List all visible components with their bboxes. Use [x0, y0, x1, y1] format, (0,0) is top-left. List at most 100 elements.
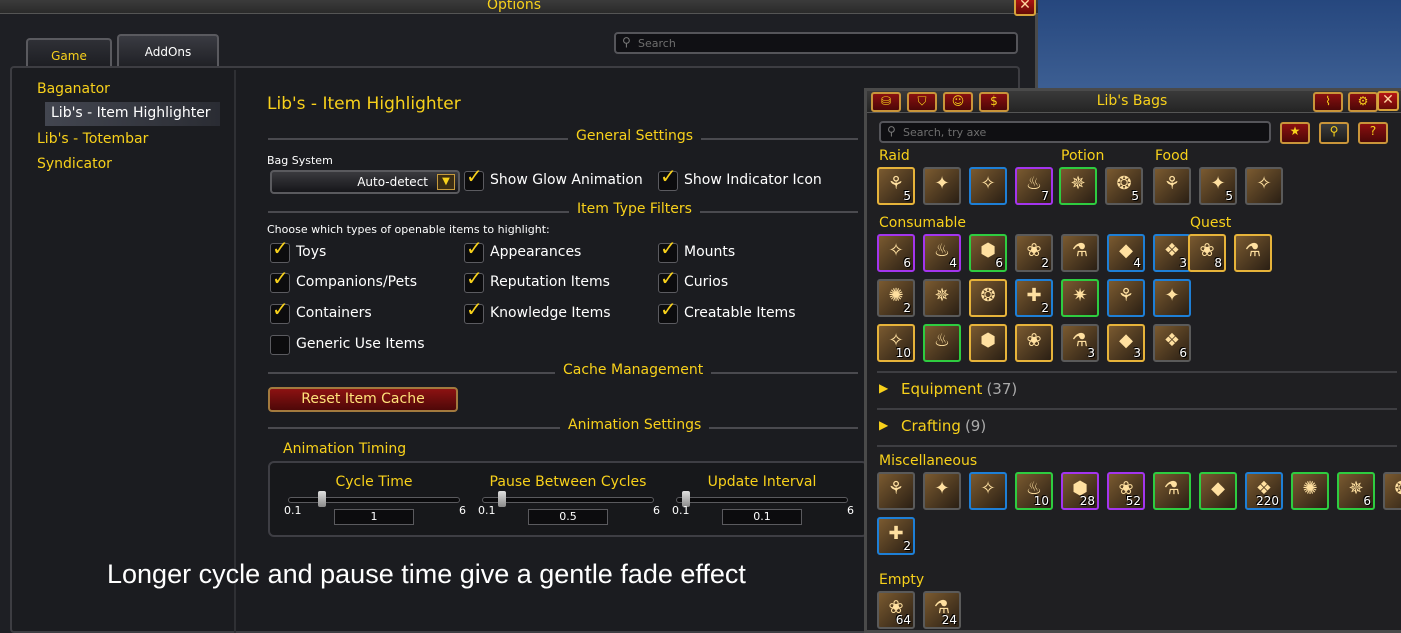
- misc-item-slot[interactable]: ◆: [1199, 472, 1237, 510]
- raid-item-slot[interactable]: ✦: [923, 167, 961, 205]
- category-food: Food: [1155, 148, 1189, 164]
- bag-system-value: Auto-detect: [357, 175, 428, 189]
- consumable-item-slot[interactable]: ✧ 6: [877, 234, 915, 272]
- cycle-time-slider[interactable]: Cycle Time 0.1 6 1: [282, 472, 466, 532]
- consumable-item-slot[interactable]: ♨: [923, 324, 961, 362]
- broom-icon[interactable]: ⌇: [1313, 92, 1343, 112]
- item-count: 6: [1363, 494, 1371, 508]
- misc-item-slot[interactable]: ❀ 52: [1107, 472, 1145, 510]
- raid-item-slot[interactable]: ⚘ 5: [877, 167, 915, 205]
- options-search-input[interactable]: [638, 35, 1008, 51]
- bank-icon[interactable]: ⛁: [871, 92, 901, 112]
- magnifier-icon[interactable]: ⚲: [1319, 122, 1349, 144]
- consumable-item-slot[interactable]: ✷: [1061, 279, 1099, 317]
- consumable-item-slot[interactable]: ✵: [923, 279, 961, 317]
- slider-value-input[interactable]: 1: [334, 509, 414, 525]
- tab-addons[interactable]: AddOns: [117, 34, 219, 68]
- consumable-item-slot[interactable]: ⚗: [1061, 234, 1099, 272]
- misc-item-slot[interactable]: ⬢ 28: [1061, 472, 1099, 510]
- bags-search-input[interactable]: [903, 124, 1263, 140]
- pause-slider[interactable]: Pause Between Cycles 0.1 6 0.5: [476, 472, 660, 532]
- food-item-slot[interactable]: ✧: [1245, 167, 1283, 205]
- reset-cache-button[interactable]: Reset Item Cache: [268, 387, 458, 412]
- consumable-item-slot[interactable]: ❀ 2: [1015, 234, 1053, 272]
- slider-track[interactable]: [482, 497, 654, 503]
- close-icon[interactable]: ✕: [1014, 0, 1036, 16]
- slider-value-input[interactable]: 0.1: [722, 509, 802, 525]
- update-interval-slider[interactable]: Update Interval 0.1 6 0.1: [670, 472, 854, 532]
- misc-item-slot[interactable]: ✦: [923, 472, 961, 510]
- quest-item-slot[interactable]: ⚗: [1234, 234, 1272, 272]
- divider: [877, 408, 1397, 410]
- misc-item-slot[interactable]: ⚘: [877, 472, 915, 510]
- quest-item-slot[interactable]: ❀ 8: [1188, 234, 1226, 272]
- slider-thumb[interactable]: [498, 491, 506, 507]
- slider-track[interactable]: [288, 497, 460, 503]
- misc-item-slot[interactable]: ✧: [969, 472, 1007, 510]
- empty-item-slot[interactable]: ⚗ 24: [923, 591, 961, 629]
- misc-item-slot[interactable]: ✺: [1291, 472, 1329, 510]
- sidebar-item-item-highlighter[interactable]: Lib's - Item Highlighter: [45, 102, 220, 126]
- raid-item-slot[interactable]: ♨ 7: [1015, 167, 1053, 205]
- options-search[interactable]: ⚲: [614, 32, 1018, 54]
- help-icon[interactable]: ?: [1358, 122, 1388, 144]
- potion-item-slot[interactable]: ❂ 5: [1105, 167, 1143, 205]
- sidebar-item-syndicator[interactable]: Syndicator: [37, 153, 221, 177]
- item-icon: ♨: [933, 330, 951, 351]
- raid-item-slot[interactable]: ✧: [969, 167, 1007, 205]
- consumable-item-slot[interactable]: ❂: [969, 279, 1007, 317]
- misc-item-slot[interactable]: ✚ 2: [877, 517, 915, 555]
- item-count: 8: [1214, 256, 1222, 270]
- consumable-item-slot[interactable]: ⚘: [1107, 279, 1145, 317]
- sidebar-item-baganator[interactable]: Baganator: [37, 78, 221, 102]
- currency-icon[interactable]: $: [979, 92, 1009, 112]
- item-type-filters-header: Item Type Filters: [569, 201, 700, 217]
- consumable-item-slot[interactable]: ◆ 4: [1107, 234, 1145, 272]
- consumable-item-slot[interactable]: ✚ 2: [1015, 279, 1053, 317]
- consumable-item-slot[interactable]: ⚗ 3: [1061, 324, 1099, 362]
- crafting-section-toggle[interactable]: ▶ Crafting (9): [879, 415, 1389, 441]
- caption-text: Longer cycle and pause time give a gentl…: [107, 559, 746, 589]
- consumable-item-slot[interactable]: ❖ 6: [1153, 324, 1191, 362]
- consumable-item-slot[interactable]: ❀: [1015, 324, 1053, 362]
- consumable-item-slot[interactable]: ⬢: [969, 324, 1007, 362]
- food-item-slot[interactable]: ✦ 5: [1199, 167, 1237, 205]
- close-icon[interactable]: ✕: [1377, 91, 1399, 111]
- slider-value-input[interactable]: 0.5: [528, 509, 608, 525]
- slider-track[interactable]: [676, 497, 848, 503]
- misc-item-slot[interactable]: ❖ 220: [1245, 472, 1283, 510]
- equipment-section-toggle[interactable]: ▶ Equipment (37): [879, 378, 1389, 404]
- consumable-item-slot[interactable]: ♨ 4: [923, 234, 961, 272]
- consumable-item-slot[interactable]: ✦: [1153, 279, 1191, 317]
- sidebar-item-totembar[interactable]: Lib's - Totembar: [37, 128, 221, 152]
- potion-item-slot[interactable]: ✵: [1059, 167, 1097, 205]
- misc-item-slot[interactable]: ⚗: [1153, 472, 1191, 510]
- empty-item-slot[interactable]: ❀ 64: [877, 591, 915, 629]
- misc-item-slot[interactable]: ❂11: [1383, 472, 1401, 510]
- misc-item-slot[interactable]: ✵ 6: [1337, 472, 1375, 510]
- misc-item-slot[interactable]: ♨ 10: [1015, 472, 1053, 510]
- consumable-item-slot[interactable]: ◆ 3: [1107, 324, 1145, 362]
- chevron-down-icon[interactable]: ▼: [437, 174, 455, 190]
- star-icon[interactable]: ★: [1280, 122, 1310, 144]
- item-count: 3: [1179, 256, 1187, 270]
- gear-icon[interactable]: ⚙: [1348, 92, 1378, 112]
- slider-max: 6: [459, 504, 466, 517]
- consumable-item-slot[interactable]: ⬢ 6: [969, 234, 1007, 272]
- item-icon: ✧: [980, 173, 996, 194]
- consumable-item-slot[interactable]: ✺ 2: [877, 279, 915, 317]
- consumable-item-slot[interactable]: ❖ 3: [1153, 234, 1191, 272]
- slider-title: Pause Between Cycles: [489, 474, 647, 490]
- slider-thumb[interactable]: [318, 491, 326, 507]
- checkbox-box[interactable]: [270, 335, 290, 355]
- guild-icon[interactable]: ⛉: [907, 92, 937, 112]
- consumable-item-slot[interactable]: ✧ 10: [877, 324, 915, 362]
- item-icon: ◆: [1211, 478, 1225, 499]
- food-item-slot[interactable]: ⚘: [1153, 167, 1191, 205]
- item-count: 2: [1041, 256, 1049, 270]
- bags-search[interactable]: ⚲: [879, 121, 1271, 143]
- tab-game[interactable]: Game: [26, 38, 112, 68]
- character-icon[interactable]: ☺: [943, 92, 973, 112]
- bag-system-dropdown[interactable]: Auto-detect ▼: [270, 170, 460, 194]
- search-icon: ⚲: [622, 35, 631, 49]
